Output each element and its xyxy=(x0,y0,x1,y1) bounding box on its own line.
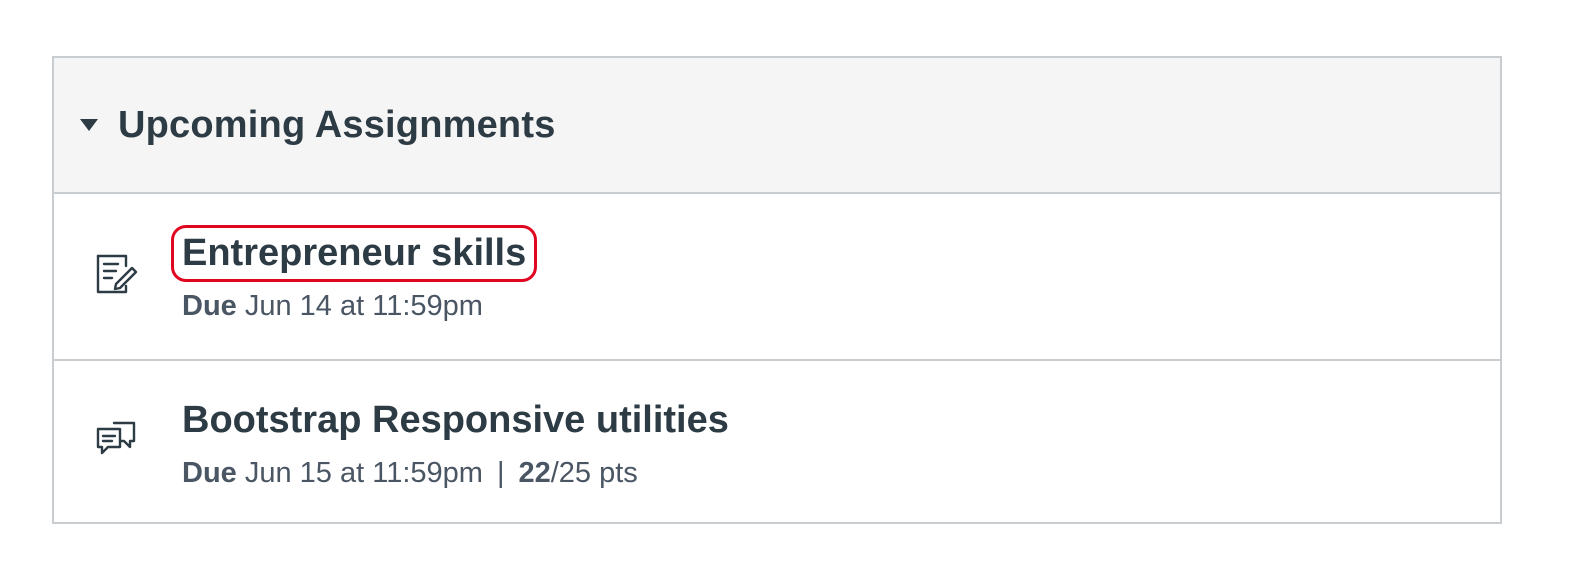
due-date: Jun 14 at 11:59pm xyxy=(244,290,483,322)
panel-header-toggle[interactable]: Upcoming Assignments xyxy=(54,58,1500,194)
points-possible: /25 pts xyxy=(550,457,638,489)
due-date-text: Due Jun 15 at 11:59pm | 22/25 pts xyxy=(182,457,638,490)
due-label: Due xyxy=(182,457,237,489)
discussion-icon xyxy=(96,421,136,455)
list-item: Bootstrap Responsive utilities Due Jun 1… xyxy=(54,359,1500,524)
list-item: Entrepreneur skills Due Jun 14 at 11:59p… xyxy=(54,194,1500,359)
assignment-title-link[interactable]: Entrepreneur skills xyxy=(170,225,538,282)
assignment-icon xyxy=(96,254,138,294)
assignment-title-link[interactable]: Bootstrap Responsive utilities xyxy=(182,399,729,442)
panel-title: Upcoming Assignments xyxy=(118,103,556,146)
separator: | xyxy=(496,457,505,489)
due-date-text: Due Jun 14 at 11:59pm xyxy=(182,290,483,323)
upcoming-assignments-panel: Upcoming Assignments Entrepreneur skills… xyxy=(52,56,1502,524)
caret-down-icon[interactable] xyxy=(80,119,98,131)
due-date: Jun 15 at 11:59pm xyxy=(244,457,483,489)
score-value: 22 xyxy=(518,457,551,489)
due-label: Due xyxy=(182,290,237,322)
